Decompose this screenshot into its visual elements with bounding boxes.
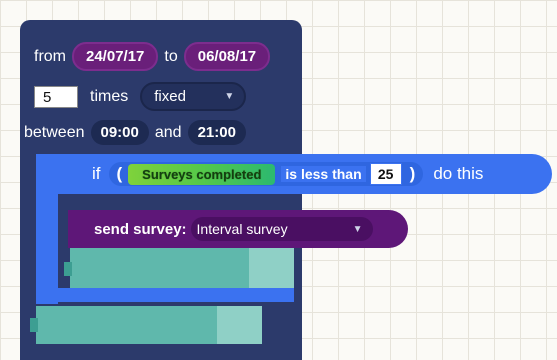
open-paren: ( <box>116 164 123 183</box>
variable-label: Surveys completed <box>142 166 262 182</box>
between-label: between <box>24 123 85 141</box>
surveys-completed-variable[interactable]: Surveys completed <box>128 163 276 185</box>
chevron-down-icon: ▼ <box>352 223 363 235</box>
condition-expression[interactable]: ( Surveys completed is less than 25 ) <box>108 162 424 186</box>
chevron-down-icon: ▼ <box>224 91 235 102</box>
do-this-label: do this <box>433 164 484 183</box>
and-label: and <box>154 123 182 141</box>
condition-value-input[interactable]: 25 <box>369 163 402 185</box>
slot-connector <box>64 262 72 276</box>
if-block-bottom <box>36 288 294 302</box>
to-date-field[interactable]: 06/08/17 <box>183 42 271 71</box>
empty-statement-slot[interactable] <box>70 248 294 288</box>
from-date-field[interactable]: 24/07/17 <box>72 42 159 71</box>
start-time-field[interactable]: 09:00 <box>90 120 149 145</box>
frequency-row: 5 times fixed ▼ <box>34 82 247 111</box>
survey-value: Interval survey <box>196 221 288 237</box>
frequency-value: fixed <box>154 88 186 105</box>
survey-dropdown[interactable]: Interval survey ▼ <box>190 217 373 241</box>
to-label: to <box>164 47 178 65</box>
times-label: times <box>90 87 129 105</box>
date-range-row: from 24/07/17 to 06/08/17 <box>28 42 271 71</box>
empty-next-slot[interactable] <box>36 306 262 344</box>
send-survey-block[interactable]: send survey: Interval survey ▼ <box>68 210 408 248</box>
if-condition-row: if ( Surveys completed is less than 25 )… <box>92 162 483 186</box>
time-window-row: between 09:00 and 21:00 <box>22 120 246 145</box>
if-label: if <box>92 164 101 183</box>
close-paren: ) <box>409 164 416 183</box>
send-block-notch <box>68 220 74 244</box>
from-label: from <box>34 47 66 65</box>
operator-label: is less than <box>281 166 366 182</box>
frequency-dropdown[interactable]: fixed ▼ <box>140 82 247 111</box>
end-time-field[interactable]: 21:00 <box>187 120 246 145</box>
if-block[interactable]: if ( Surveys completed is less than 25 )… <box>36 154 552 194</box>
slot-connector <box>30 318 38 332</box>
send-survey-label: send survey: <box>94 220 187 238</box>
times-input[interactable]: 5 <box>34 85 78 108</box>
